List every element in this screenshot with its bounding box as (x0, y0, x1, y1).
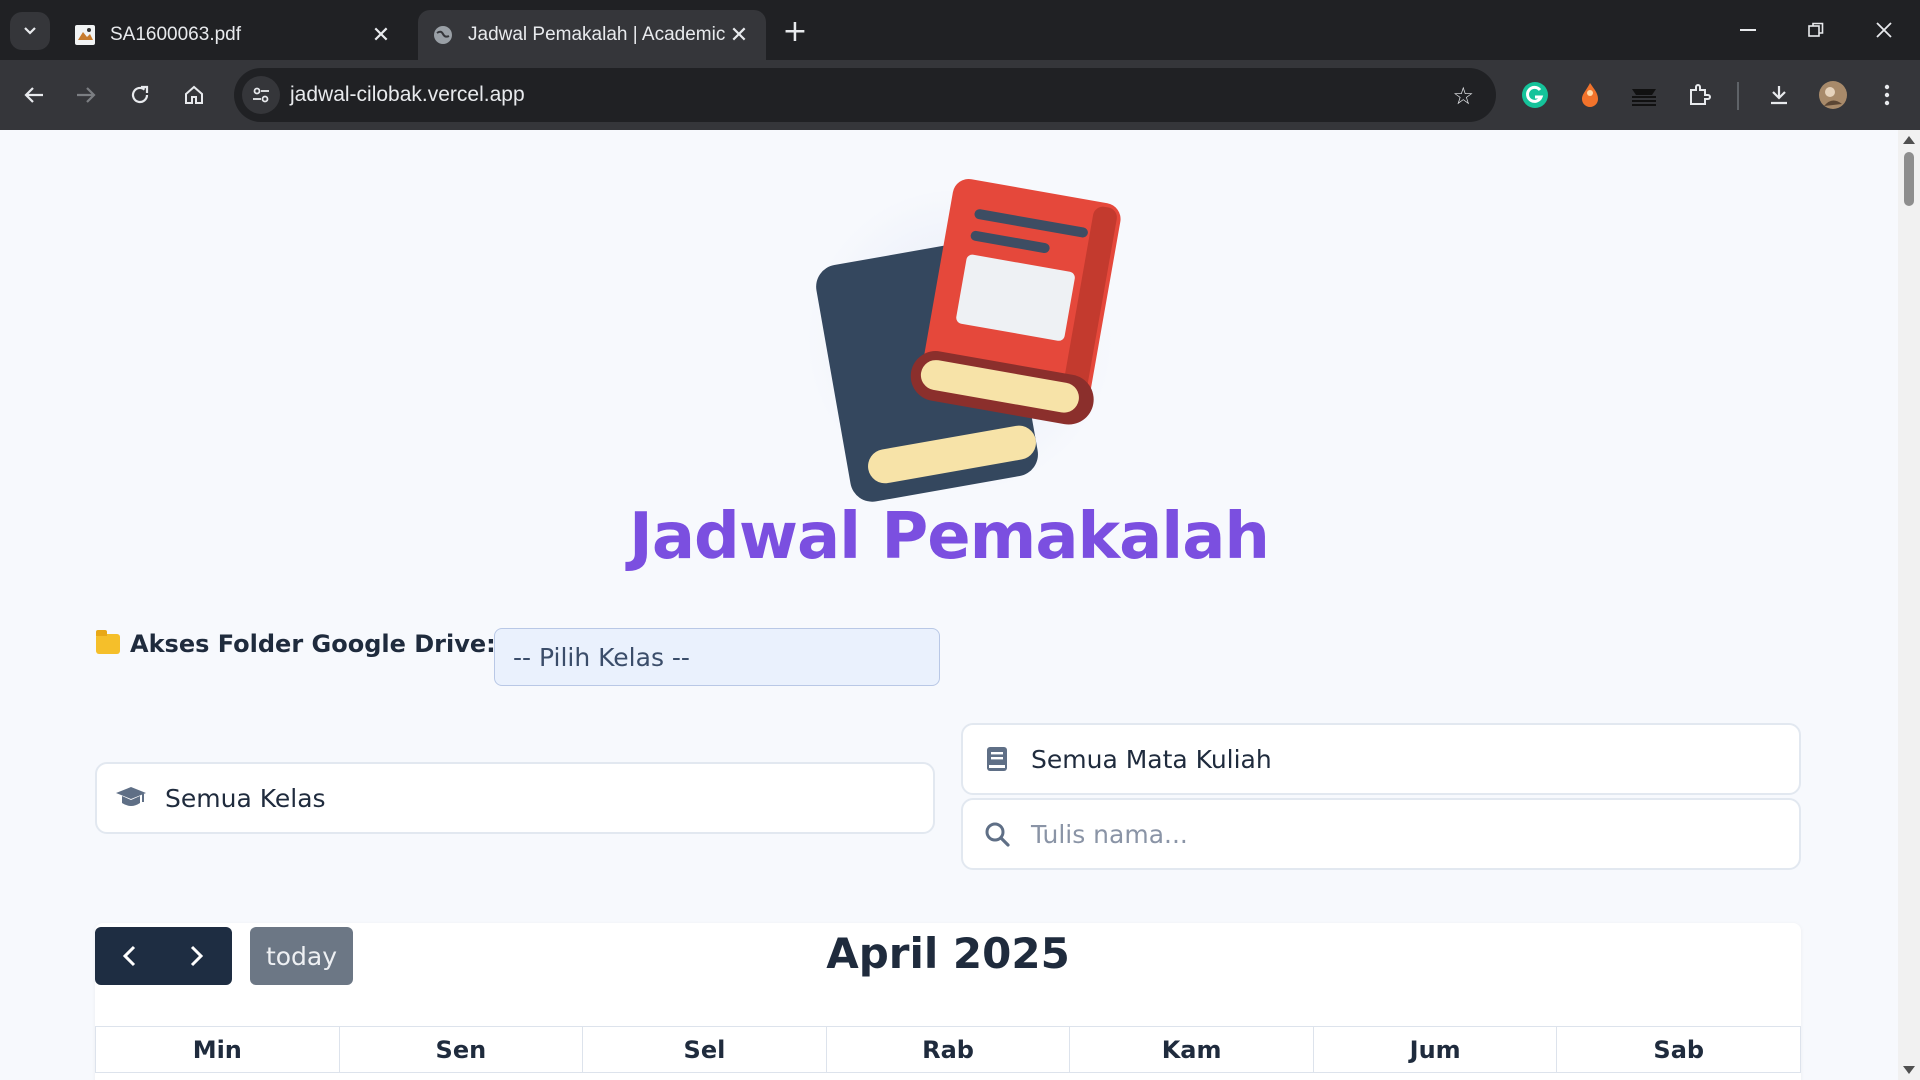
minimize-icon (1740, 29, 1756, 31)
today-button[interactable]: today (250, 927, 353, 985)
minimize-button[interactable] (1720, 8, 1776, 52)
page-scrollbar[interactable] (1898, 130, 1920, 1080)
close-window-button[interactable] (1856, 8, 1912, 52)
weekday-header: Kam (1070, 1027, 1314, 1073)
weekday-header: Sab (1557, 1027, 1802, 1073)
weekday-header: Rab (826, 1027, 1071, 1073)
back-button[interactable] (14, 75, 54, 115)
profile-button[interactable] (1816, 78, 1850, 112)
restore-icon (1808, 22, 1824, 37)
drive-label-text: Akses Folder Google Drive: (130, 630, 496, 658)
tab-jadwal[interactable]: Jadwal Pemakalah | Academic P ✕ (418, 10, 766, 60)
new-tab-button[interactable]: + (778, 14, 812, 49)
more-vert-icon (1884, 84, 1890, 106)
scroll-thumb[interactable] (1904, 152, 1914, 206)
book-icon (979, 741, 1015, 777)
scroll-down-arrow[interactable] (1903, 1066, 1915, 1074)
toolbar-separator (1737, 82, 1739, 110)
grammarly-extension[interactable] (1518, 78, 1552, 112)
prev-month-button[interactable] (95, 927, 163, 985)
avatar (1819, 81, 1847, 109)
browser-menu-button[interactable] (1870, 78, 1904, 112)
downloads-button[interactable] (1762, 78, 1796, 112)
search-placeholder: Tulis nama... (1031, 819, 1188, 849)
ship-extension-icon (1632, 89, 1656, 106)
browser-tab-bar: SA1600063.pdf ✕ Jadwal Pemakalah | Acade… (0, 0, 1920, 60)
name-search-field[interactable]: Tulis nama... (961, 798, 1801, 870)
close-icon[interactable]: ✕ (368, 22, 394, 48)
reload-button[interactable] (120, 75, 160, 115)
course-filter[interactable]: Semua Mata Kuliah (961, 723, 1801, 795)
arrow-right-icon (77, 87, 96, 103)
browser-toolbar: jadwal-cilobak.vercel.app ☆ (0, 60, 1920, 130)
drive-class-select[interactable]: -- Pilih Kelas -- (494, 628, 940, 686)
flame-extension-icon (1582, 83, 1598, 107)
site-info-button[interactable] (242, 76, 280, 114)
download-icon (1771, 86, 1787, 105)
tune-icon (253, 87, 269, 103)
globe-icon (434, 26, 452, 44)
arrow-left-icon (24, 87, 43, 103)
extensions-menu-button[interactable] (1682, 78, 1716, 112)
extension-dark[interactable] (1627, 78, 1661, 112)
weekday-header: Sel (583, 1027, 827, 1073)
chevron-right-icon (190, 945, 204, 967)
scroll-up-arrow[interactable] (1903, 136, 1915, 144)
tab-title: Jadwal Pemakalah | Academic P (468, 24, 726, 45)
class-filter-value: Semua Kelas (165, 783, 326, 813)
close-icon (1876, 22, 1892, 38)
grammarly-icon (1522, 82, 1548, 108)
tab-search-button[interactable] (10, 12, 50, 50)
home-button[interactable] (174, 75, 214, 115)
next-month-button[interactable] (163, 927, 231, 985)
bookmark-star-icon[interactable]: ☆ (1452, 82, 1474, 110)
calendar-nav-group (95, 927, 232, 985)
tab-title: SA1600063.pdf (110, 24, 242, 45)
home-icon (185, 85, 203, 104)
search-icon (979, 816, 1015, 852)
weekday-header: Sen (339, 1027, 584, 1073)
course-filter-value: Semua Mata Kuliah (1031, 744, 1272, 774)
forward-button[interactable] (66, 75, 106, 115)
graduation-cap-icon (113, 780, 149, 816)
reload-icon (131, 85, 149, 104)
page-title: Jadwal Pemakalah (629, 500, 1270, 574)
chevron-left-icon (122, 945, 136, 967)
weekday-header: Jum (1313, 1027, 1558, 1073)
folder-icon (96, 630, 120, 654)
extension-flame[interactable] (1573, 78, 1607, 112)
url-text[interactable]: jadwal-cilobak.vercel.app (290, 83, 525, 107)
books-logo (780, 160, 1140, 510)
drive-access-label: Akses Folder Google Drive: (96, 630, 496, 658)
page-viewport: Jadwal Pemakalah Akses Folder Google Dri… (0, 130, 1898, 1080)
close-icon[interactable]: ✕ (726, 22, 752, 48)
class-filter[interactable]: Semua Kelas (95, 762, 935, 834)
chevron-down-icon (24, 27, 36, 35)
books-icon (816, 179, 1121, 502)
puzzle-icon (1690, 84, 1711, 105)
calendar: April 2025 today Min Sen Sel Rab Kam Jum… (95, 923, 1802, 1080)
pdf-icon (75, 25, 95, 45)
weekday-header: Min (96, 1027, 340, 1073)
address-bar[interactable]: jadwal-cilobak.vercel.app ☆ (234, 68, 1496, 122)
tab-pdf[interactable]: SA1600063.pdf ✕ (60, 10, 408, 60)
restore-button[interactable] (1788, 8, 1844, 52)
calendar-weekday-header: Min Sen Sel Rab Kam Jum Sab (95, 1026, 1802, 1073)
